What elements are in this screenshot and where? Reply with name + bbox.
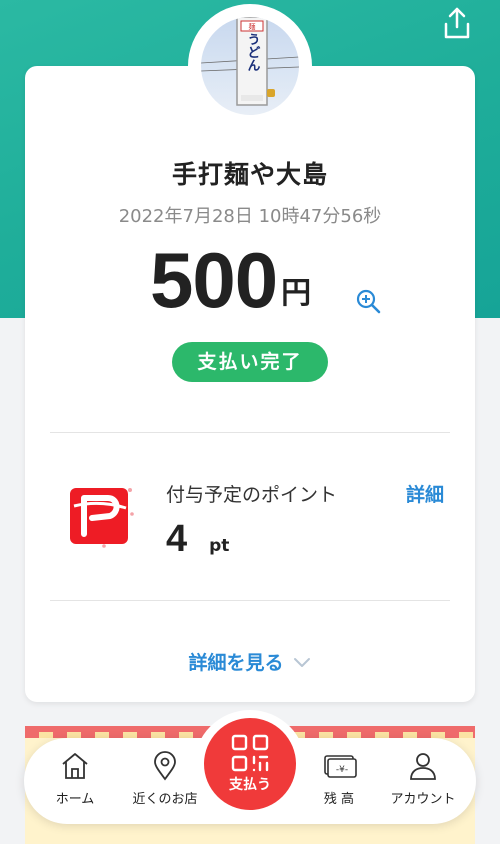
points-value-row: 4 pt <box>166 518 229 561</box>
tab-home-label: ホーム <box>55 792 95 807</box>
paypay-logo <box>70 486 134 548</box>
status-badge: 支払い完了 <box>172 342 328 382</box>
tab-home[interactable]: ホーム <box>30 738 120 824</box>
tab-nearby-label: 近くのお店 <box>132 792 198 807</box>
wallet-icon: -¥- <box>324 755 357 778</box>
points-unit: pt <box>209 536 230 556</box>
pay-button-label: 支払う <box>229 777 271 793</box>
tab-account[interactable]: アカウント <box>378 738 468 824</box>
svg-text:-¥-: -¥- <box>336 765 348 775</box>
share-button[interactable] <box>442 6 472 40</box>
home-icon <box>62 753 88 779</box>
amount-value: 500 <box>150 236 278 324</box>
divider <box>50 432 450 433</box>
divider <box>50 600 450 601</box>
see-details-link[interactable]: 詳細を見る <box>0 648 500 675</box>
amount-currency: 円 <box>281 276 312 311</box>
account-icon <box>410 753 436 780</box>
points-detail-link[interactable]: 詳細 <box>406 480 444 507</box>
points-label: 付与予定のポイント <box>166 484 338 506</box>
see-details-label: 詳細を見る <box>188 652 284 674</box>
amount-display: 500 円 <box>150 240 311 320</box>
qr-code-icon <box>231 734 269 772</box>
tab-balance-label: 残 高 <box>323 792 355 807</box>
merchant-avatar: 麺 うどん <box>201 17 299 115</box>
merchant-sign-text: うどん <box>245 33 261 72</box>
map-pin-icon <box>154 751 176 781</box>
zoom-in-icon[interactable] <box>355 288 381 314</box>
share-icon <box>444 7 470 39</box>
points-value: 4 <box>166 518 188 560</box>
merchant-name: 手打麺や大島 <box>171 160 328 189</box>
pay-button[interactable]: 支払う <box>204 718 296 810</box>
tab-account-label: アカウント <box>390 792 456 807</box>
transaction-datetime: 2022年7月28日 10時47分56秒 <box>118 206 382 227</box>
chevron-down-icon <box>293 657 310 667</box>
svg-text:麺: 麺 <box>249 22 256 31</box>
tab-balance[interactable]: -¥- 残 高 <box>294 738 384 824</box>
